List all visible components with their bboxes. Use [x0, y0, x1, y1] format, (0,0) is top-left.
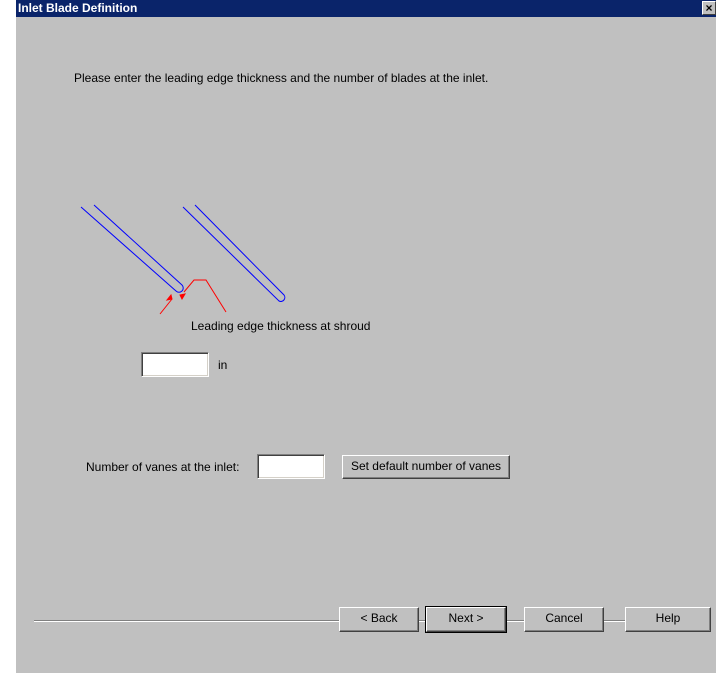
next-button[interactable]: Next >	[425, 606, 507, 633]
vanes-count-input[interactable]	[257, 454, 325, 479]
right-blade	[182, 204, 286, 302]
close-icon: ×	[705, 1, 713, 15]
close-button[interactable]: ×	[702, 1, 716, 15]
instructions-text: Please enter the leading edge thickness …	[74, 71, 489, 85]
leading-edge-label: Leading edge thickness at shroud	[191, 319, 371, 333]
title-bar: Inlet Blade Definition ×	[16, 0, 716, 17]
leading-edge-diagram	[80, 204, 286, 315]
set-default-vanes-button[interactable]: Set default number of vanes	[342, 455, 510, 479]
window-title: Inlet Blade Definition	[18, 1, 138, 15]
left-blade	[80, 204, 184, 293]
leading-edge-thickness-input[interactable]	[141, 352, 209, 377]
help-button[interactable]: Help	[625, 607, 711, 632]
thickness-unit-label: in	[218, 358, 228, 372]
back-button[interactable]: < Back	[339, 607, 419, 632]
vanes-label: Number of vanes at the inlet:	[86, 460, 240, 474]
dialog-window: Inlet Blade Definition × Please enter th…	[16, 0, 716, 673]
cancel-button[interactable]: Cancel	[524, 607, 604, 632]
